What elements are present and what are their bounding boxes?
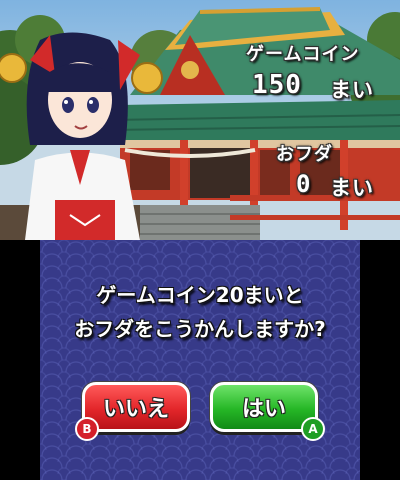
fuda-unit: まい bbox=[330, 176, 374, 200]
yes-button[interactable]: はい A bbox=[210, 382, 325, 441]
yes-button-label: はい bbox=[241, 397, 286, 422]
exchange-prompt: ゲームコイン20まいと おフダをこうかんしますか? bbox=[40, 278, 360, 346]
game-coin-label: ゲームコイン bbox=[246, 44, 360, 65]
no-button[interactable]: いいえ B bbox=[75, 382, 190, 441]
bottom-screen-dialog: ゲームコイン20まいと おフダをこうかんしますか? いいえ B はい A bbox=[40, 240, 360, 480]
prompt-line-2: おフダをこうかんしますか? bbox=[74, 317, 326, 341]
fuda-label: おフダ bbox=[276, 144, 333, 165]
shrine-scene bbox=[0, 7, 400, 240]
a-button-icon: A bbox=[301, 417, 325, 441]
game-coin-unit: まい bbox=[330, 78, 374, 102]
no-button-label: いいえ bbox=[102, 397, 169, 422]
prompt-line-1: ゲームコイン20まいと bbox=[96, 283, 304, 307]
top-screen: ゲームコイン 150 まい おフダ 0 まい bbox=[0, 0, 400, 240]
fuda-count: 0 bbox=[296, 170, 312, 198]
game-coin-count: 150 bbox=[252, 70, 302, 100]
b-button-icon: B bbox=[75, 417, 99, 441]
